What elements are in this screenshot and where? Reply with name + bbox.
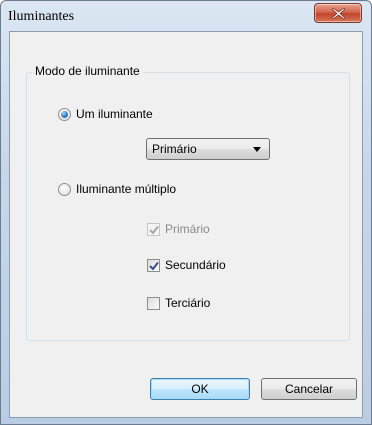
window-title: Iluminantes [8,9,75,24]
cancel-button[interactable]: Cancelar [261,378,357,400]
tertiary-checkbox-label[interactable]: Terciário [165,296,210,310]
checkmark-icon [149,225,159,235]
checkmark-icon [149,261,159,271]
ok-button[interactable]: OK [150,378,250,400]
primary-illuminant-dropdown[interactable]: Primário [146,138,270,160]
close-x-icon [332,8,345,19]
tertiary-checkbox[interactable] [147,297,160,310]
group-title: Modo de iluminante [32,64,143,78]
title-bar[interactable]: Iluminantes [1,1,371,31]
secondary-checkbox-label[interactable]: Secundário [165,258,226,272]
single-illuminant-label[interactable]: Um iluminante [76,107,153,121]
multiple-illuminant-label[interactable]: Iluminante múltiplo [76,182,176,196]
primary-checkbox-label: Primário [165,222,210,236]
secondary-checkbox[interactable] [147,259,160,272]
chevron-down-icon [253,147,261,152]
radio-selected-dot [61,111,68,118]
single-illuminant-radio[interactable] [58,108,71,121]
primary-checkbox[interactable] [147,223,160,236]
close-button[interactable] [314,3,362,23]
multiple-illuminant-radio[interactable] [58,183,71,196]
dropdown-selected-value: Primário [152,142,197,156]
